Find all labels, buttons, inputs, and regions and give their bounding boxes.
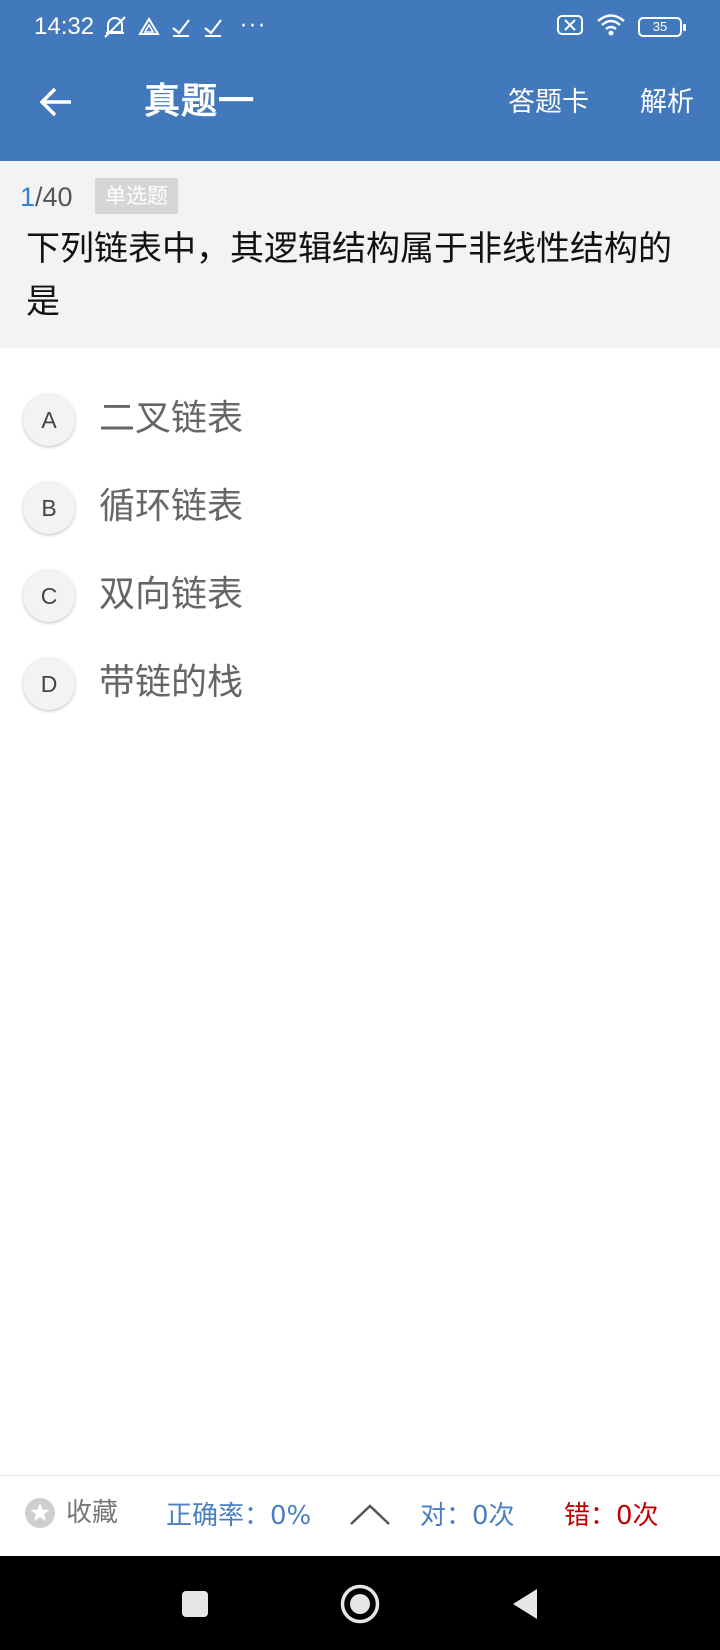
option-a[interactable]: A 二叉链表 — [0, 380, 720, 460]
question-header: 1/40 单选题 下列链表中，其逻辑结构属于非线性结构的是 — [0, 161, 720, 348]
nav-back-icon — [513, 1589, 537, 1619]
system-back-button[interactable] — [495, 1576, 555, 1632]
chevron-up-icon — [350, 1504, 390, 1525]
drive-icon — [138, 16, 160, 38]
option-text: 二叉链表 — [99, 398, 244, 439]
recent-apps-button[interactable] — [165, 1576, 225, 1632]
correct-count: 对：0次 — [420, 1501, 515, 1531]
muted-bell-icon — [102, 14, 128, 40]
option-text: 循环链表 — [99, 486, 244, 527]
option-c[interactable]: C 双向链表 — [0, 556, 720, 636]
star-icon — [25, 1498, 55, 1528]
top-header: 14:32 ··· 35 真题一 答题卡 解析 — [0, 0, 720, 161]
option-text: 带链的栈 — [99, 662, 244, 703]
favorite-label: 收藏 — [66, 1498, 119, 1528]
wifi-icon — [596, 13, 626, 41]
question-text: 下列链表中，其逻辑结构属于非线性结构的是 — [26, 229, 672, 322]
option-letter: C — [23, 570, 75, 622]
option-letter: B — [23, 482, 75, 534]
favorite-button[interactable]: 收藏 — [24, 1496, 118, 1530]
question-current: 1 — [20, 182, 36, 212]
more-notifications-icon: ··· — [240, 14, 267, 39]
battery-icon: 35 — [638, 17, 686, 37]
nav-home-icon — [340, 1584, 380, 1624]
nav-square-icon — [182, 1591, 208, 1617]
check-icon — [170, 16, 192, 38]
question-total: /40 — [35, 182, 73, 212]
check-icon — [202, 16, 224, 38]
back-button[interactable] — [32, 78, 80, 126]
status-notification-icons: ··· — [102, 12, 267, 42]
answer-card-button[interactable]: 答题卡 — [508, 86, 589, 120]
bottom-stats-bar: 收藏 正确率：0% 对：0次 错：0次 — [0, 1475, 720, 1556]
question-type-badge: 单选题 — [95, 178, 178, 214]
option-b[interactable]: B 循环链表 — [0, 468, 720, 548]
wrong-count: 错：0次 — [564, 1501, 659, 1531]
status-system-icons: 35 — [556, 12, 686, 42]
sim-off-icon — [556, 14, 584, 40]
system-navigation-bar — [0, 1556, 720, 1650]
option-letter: D — [23, 658, 75, 710]
expand-answer-sheet-button[interactable] — [348, 1498, 392, 1534]
accuracy-rate: 正确率：0% — [166, 1501, 312, 1531]
status-bar: 14:32 ··· 35 — [0, 0, 720, 54]
option-letter: A — [23, 394, 75, 446]
analysis-button[interactable]: 解析 — [640, 86, 694, 120]
status-time: 14:32 — [34, 13, 95, 40]
page-title: 真题一 — [144, 81, 256, 122]
battery-level: 35 — [652, 19, 668, 34]
app-bar: 真题一 答题卡 解析 — [0, 54, 720, 161]
back-arrow-icon — [39, 87, 71, 117]
option-text: 双向链表 — [99, 574, 244, 615]
home-button[interactable] — [330, 1576, 390, 1632]
question-counter: 1/40 — [20, 181, 73, 213]
option-d[interactable]: D 带链的栈 — [0, 644, 720, 724]
